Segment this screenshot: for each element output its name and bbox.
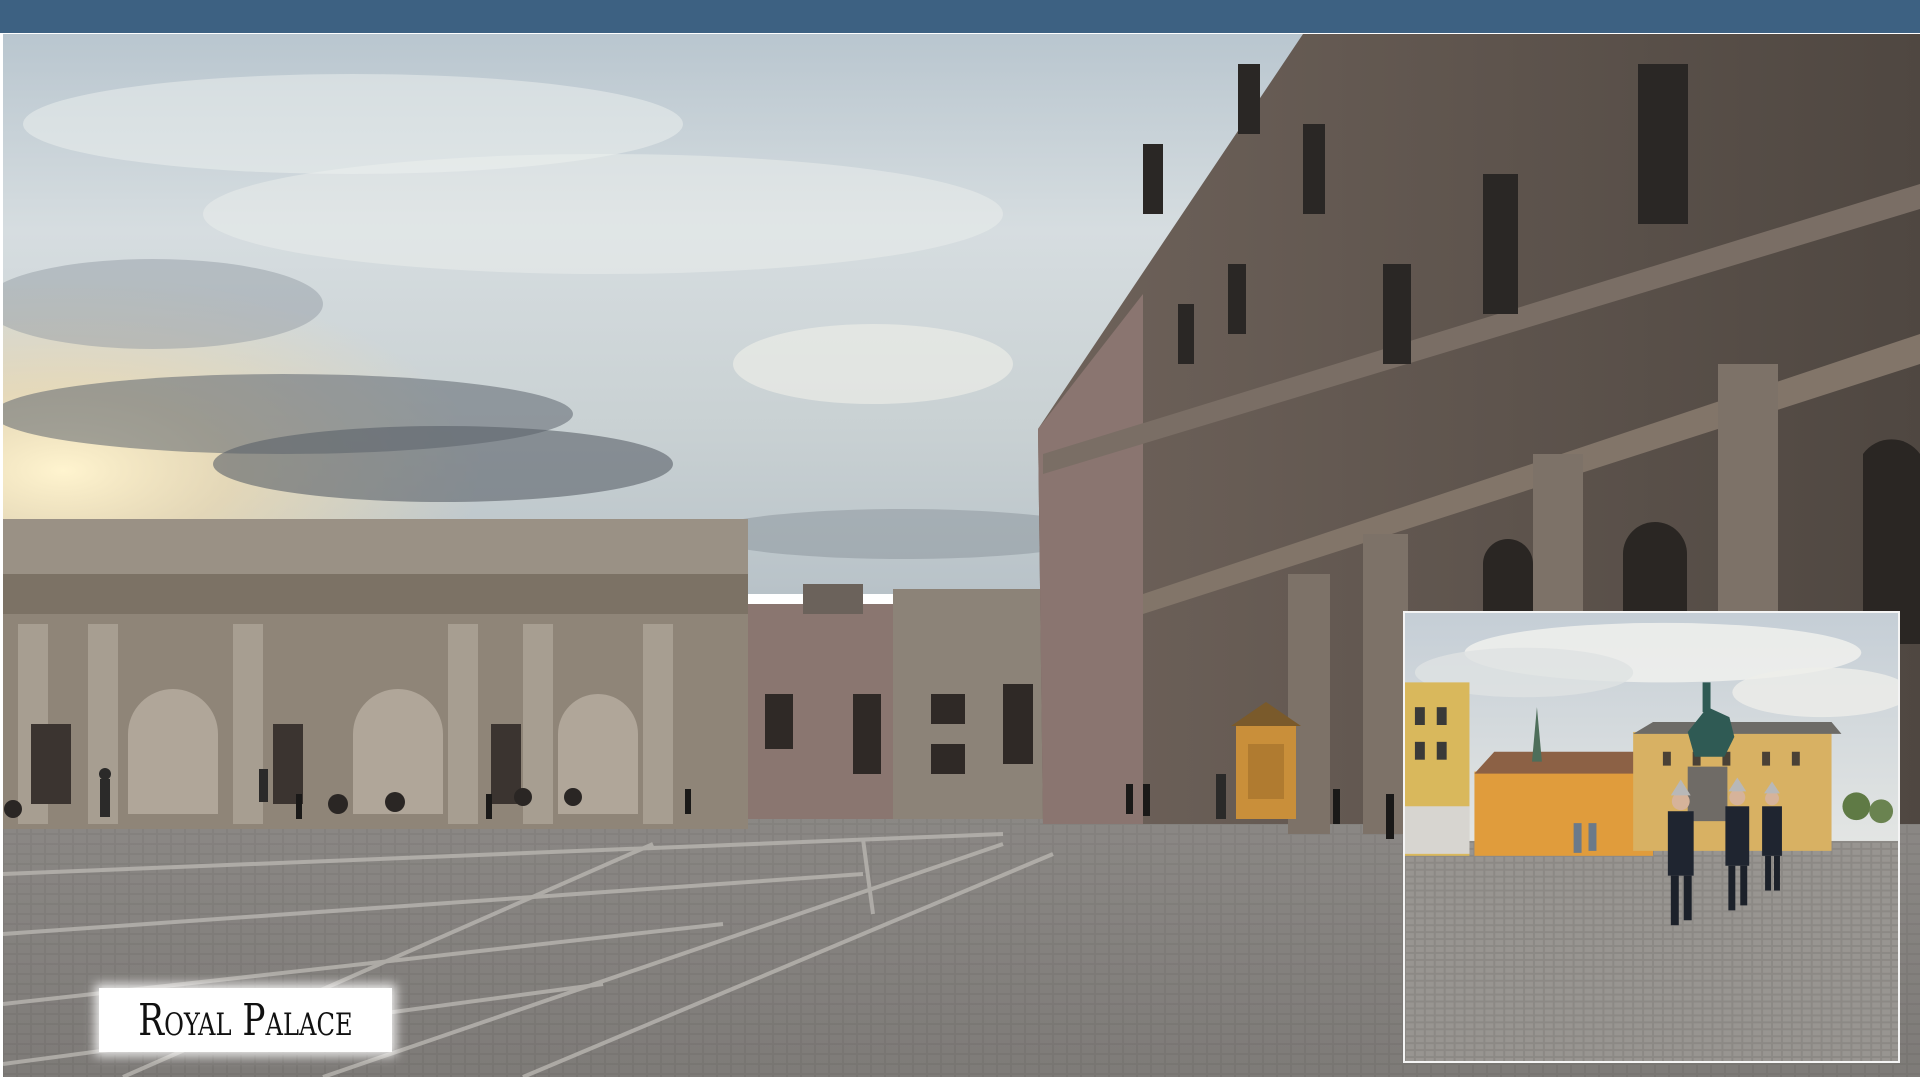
caption-text: Royal Palace xyxy=(138,994,353,1046)
caption-label: Royal Palace xyxy=(99,988,392,1052)
slide: Royal Palace xyxy=(0,0,1920,1080)
guard-parade-photo xyxy=(1403,611,1900,1063)
header-bar xyxy=(0,0,1920,33)
